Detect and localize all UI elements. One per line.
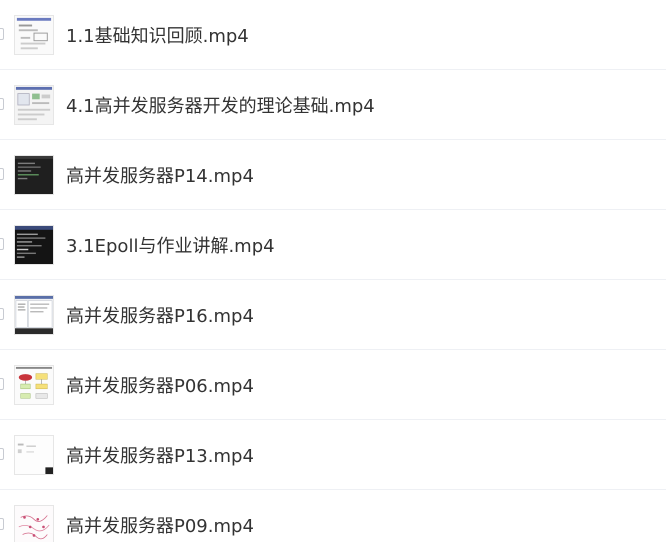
file-row[interactable]: 3.1Epoll与作业讲解.mp4 [0,210,666,280]
terminal-thumbnail-icon[interactable] [14,154,54,195]
file-row[interactable]: 高并发服务器P16.mp4 [0,280,666,350]
row-checkbox[interactable] [0,97,4,110]
terminal-thumbnail-icon[interactable] [14,224,54,265]
file-name[interactable]: 高并发服务器P09.mp4 [66,512,254,538]
file-list: 1.1基础知识回顾.mp4 4.1高并发服务器开发的理论基础.mp4 高并发服务… [0,0,666,542]
file-name[interactable]: 4.1高并发服务器开发的理论基础.mp4 [66,92,375,118]
file-row[interactable]: 4.1高并发服务器开发的理论基础.mp4 [0,70,666,140]
row-checkbox[interactable] [0,377,4,390]
file-name[interactable]: 3.1Epoll与作业讲解.mp4 [66,232,275,258]
file-name[interactable]: 高并发服务器P14.mp4 [66,162,254,188]
flowchart-thumbnail-icon[interactable] [14,364,54,405]
row-checkbox[interactable] [0,307,4,320]
diagram-thumbnail-icon[interactable] [14,14,54,55]
row-checkbox[interactable] [0,167,4,180]
file-row[interactable]: 高并发服务器P14.mp4 [0,140,666,210]
row-checkbox[interactable] [0,447,4,460]
blank-slide-thumbnail-icon[interactable] [14,434,54,475]
file-row[interactable]: 高并发服务器P13.mp4 [0,420,666,490]
file-name[interactable]: 高并发服务器P06.mp4 [66,372,254,398]
window-thumbnail-icon[interactable] [14,294,54,335]
file-row[interactable]: 高并发服务器P06.mp4 [0,350,666,420]
row-checkbox[interactable] [0,27,4,40]
row-checkbox[interactable] [0,518,4,530]
file-name[interactable]: 高并发服务器P16.mp4 [66,302,254,328]
mindmap-thumbnail-icon[interactable] [14,505,54,542]
slide-thumbnail-icon[interactable] [14,84,54,125]
file-row[interactable]: 高并发服务器P09.mp4 [0,490,666,542]
file-name[interactable]: 1.1基础知识回顾.mp4 [66,22,249,48]
file-row[interactable]: 1.1基础知识回顾.mp4 [0,0,666,70]
file-name[interactable]: 高并发服务器P13.mp4 [66,442,254,468]
row-checkbox[interactable] [0,237,4,250]
